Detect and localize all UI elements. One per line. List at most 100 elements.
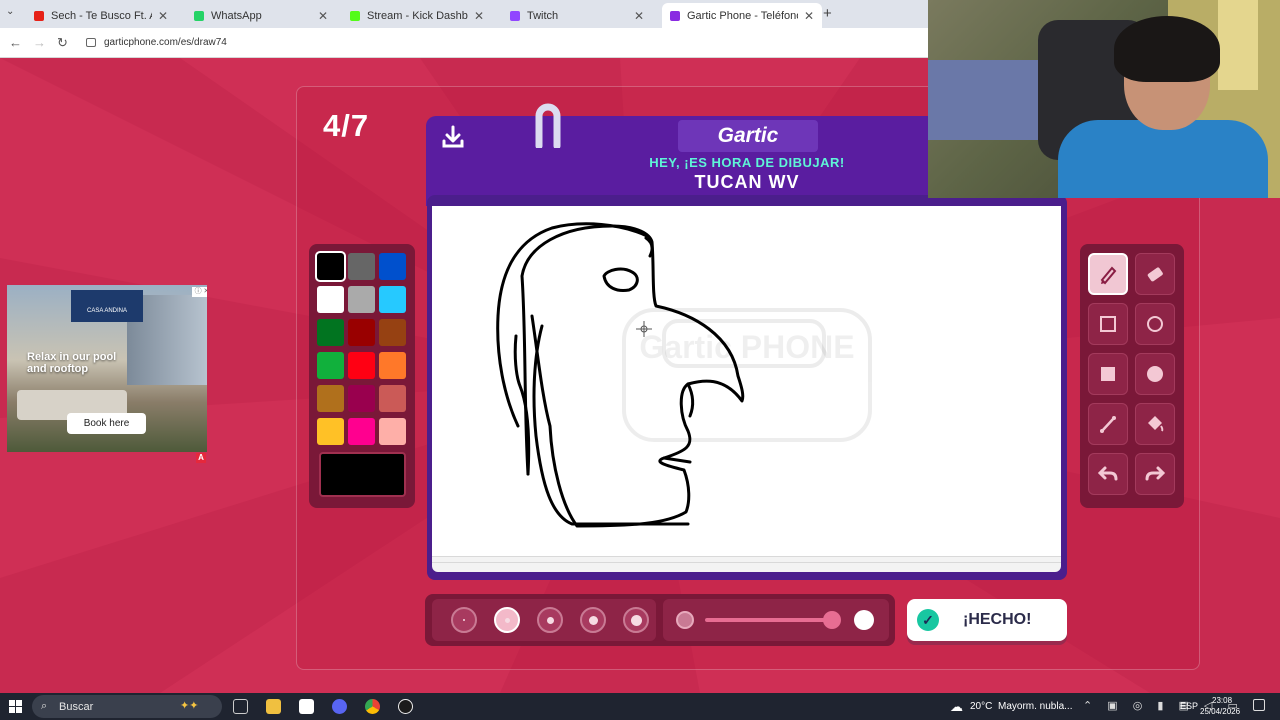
- obs-icon[interactable]: [398, 699, 413, 714]
- browser-tab[interactable]: Sech - Te Busco Ft. Alex Ro ✕: [26, 3, 176, 28]
- color-swatch[interactable]: [317, 418, 344, 445]
- rectangle-fill-tool-button[interactable]: [1088, 353, 1128, 395]
- webcam-overlay: [928, 0, 1280, 198]
- close-tab-icon[interactable]: ✕: [158, 9, 168, 23]
- bucket-tool-button[interactable]: [1135, 403, 1175, 445]
- ad-banner[interactable]: CASA ANDINA Relax in our pool and roofto…: [7, 285, 207, 452]
- undo-tool-button[interactable]: [1088, 453, 1128, 495]
- tool-panel: [1080, 244, 1184, 508]
- brush-size-group: [432, 599, 656, 641]
- copilot-sparkle-icon: ✦✦: [180, 700, 199, 712]
- tab-title: Twitch: [527, 9, 559, 22]
- rectangle-outline-tool-button[interactable]: [1088, 303, 1128, 345]
- color-swatch[interactable]: [379, 418, 406, 445]
- eraser-icon: [1147, 267, 1163, 282]
- color-swatch[interactable]: [379, 286, 406, 313]
- close-tab-icon[interactable]: ✕: [804, 9, 814, 23]
- clock-time[interactable]: 23:08: [1212, 696, 1232, 705]
- ad-brand-logo: CASA ANDINA: [71, 290, 143, 322]
- current-color-preview: [319, 452, 406, 497]
- color-swatch[interactable]: [348, 418, 375, 445]
- browser-tab[interactable]: Gartic Phone - Teléfono Descor ✕: [662, 3, 822, 28]
- new-tab-button[interactable]: +: [823, 5, 832, 22]
- circle-fill-tool-button[interactable]: [1135, 353, 1175, 395]
- redo-tool-button[interactable]: [1135, 453, 1175, 495]
- browser-tab[interactable]: WhatsApp ✕: [186, 3, 336, 28]
- address-bar: ← → ↻ garticphone.com/es/draw74: [0, 28, 928, 58]
- color-swatch[interactable]: [317, 352, 344, 379]
- close-tab-icon[interactable]: ✕: [318, 9, 328, 23]
- reload-icon[interactable]: ↻: [57, 35, 68, 51]
- file-explorer-icon[interactable]: [266, 699, 281, 714]
- color-swatch[interactable]: [348, 286, 375, 313]
- windows-start-icon[interactable]: [9, 700, 22, 713]
- tab-search-chevron-icon[interactable]: ⌄: [6, 6, 14, 17]
- color-swatch[interactable]: [379, 385, 406, 412]
- brush-size-dot: [588, 615, 598, 625]
- ad-book-button[interactable]: Book here: [67, 413, 146, 434]
- color-swatch[interactable]: [348, 253, 375, 280]
- site-info-icon[interactable]: [86, 38, 96, 47]
- brush-size-option[interactable]: [494, 607, 520, 633]
- webcam-person-shirt: [1058, 120, 1268, 198]
- opacity-slider[interactable]: [705, 618, 839, 622]
- task-view-icon[interactable]: [233, 699, 248, 714]
- opacity-fill: [705, 618, 832, 622]
- circle-outline-tool-button[interactable]: [1135, 303, 1175, 345]
- brush-size-option[interactable]: [451, 607, 477, 633]
- brush-size-option[interactable]: [580, 607, 606, 633]
- brush-size-dot: [463, 619, 465, 621]
- opacity-handle[interactable]: [823, 611, 841, 629]
- brush-size-dot: [546, 616, 554, 624]
- user-drawing: [496, 222, 745, 528]
- color-swatch[interactable]: [379, 352, 406, 379]
- chrome-icon[interactable]: [365, 699, 380, 714]
- color-swatch[interactable]: [348, 319, 375, 346]
- color-swatch[interactable]: [348, 385, 375, 412]
- webcam-shelf: [1218, 0, 1258, 90]
- eraser-tool-button[interactable]: [1135, 253, 1175, 295]
- notifications-icon[interactable]: [1253, 699, 1265, 711]
- tab-favicon-icon: [510, 10, 520, 21]
- done-button[interactable]: ✓ ¡HECHO!: [907, 599, 1067, 641]
- clock-date[interactable]: 25/04/2026: [1200, 707, 1240, 716]
- taskbar-search[interactable]: ⌕ Buscar ✦✦: [32, 695, 222, 718]
- forward-icon[interactable]: →: [33, 35, 46, 50]
- ad-info-icon[interactable]: ⓘ ✕: [192, 287, 207, 297]
- tab-title: WhatsApp: [211, 9, 262, 22]
- tab-favicon-icon: [194, 10, 204, 21]
- color-swatch[interactable]: [315, 251, 346, 282]
- close-tab-icon[interactable]: ✕: [634, 9, 644, 23]
- weather-temp: 20°C: [970, 701, 993, 712]
- brush-size-option[interactable]: [537, 607, 563, 633]
- discord-icon[interactable]: [332, 699, 347, 714]
- search-label: Buscar: [59, 701, 94, 713]
- circle-fill-icon: [1147, 366, 1163, 382]
- color-swatch[interactable]: [379, 319, 406, 346]
- close-tab-icon[interactable]: ✕: [474, 9, 484, 23]
- weather-icon[interactable]: ☁: [950, 699, 963, 715]
- browser-tab[interactable]: Twitch ✕: [502, 3, 652, 28]
- store-icon[interactable]: [299, 699, 314, 714]
- line-tool-button[interactable]: [1088, 403, 1128, 445]
- color-swatch[interactable]: [317, 319, 344, 346]
- color-swatch[interactable]: [348, 352, 375, 379]
- download-icon[interactable]: [440, 124, 466, 150]
- opacity-min-icon: [676, 611, 694, 629]
- url-field[interactable]: garticphone.com/es/draw74: [104, 37, 227, 48]
- rectangle-fill-icon: [1101, 367, 1115, 381]
- ad-choices-icon[interactable]: A: [196, 453, 206, 463]
- done-label: ¡HECHO!: [963, 611, 1032, 628]
- browser-tab[interactable]: Stream - Kick Dashboard ✕: [342, 3, 492, 28]
- color-swatch[interactable]: [379, 253, 406, 280]
- back-icon[interactable]: ←: [9, 35, 22, 50]
- canvas-page-edge: [432, 556, 1061, 572]
- tab-title: Stream - Kick Dashboard: [367, 9, 468, 22]
- prompt-word: TUCAN WV: [694, 172, 800, 192]
- pencil-icon: [1100, 266, 1117, 285]
- pencil-tool-button[interactable]: [1088, 253, 1128, 295]
- brush-size-option[interactable]: [623, 607, 649, 633]
- color-swatch[interactable]: [317, 385, 344, 412]
- language-indicator[interactable]: ESP: [1180, 701, 1198, 711]
- color-swatch[interactable]: [317, 286, 344, 313]
